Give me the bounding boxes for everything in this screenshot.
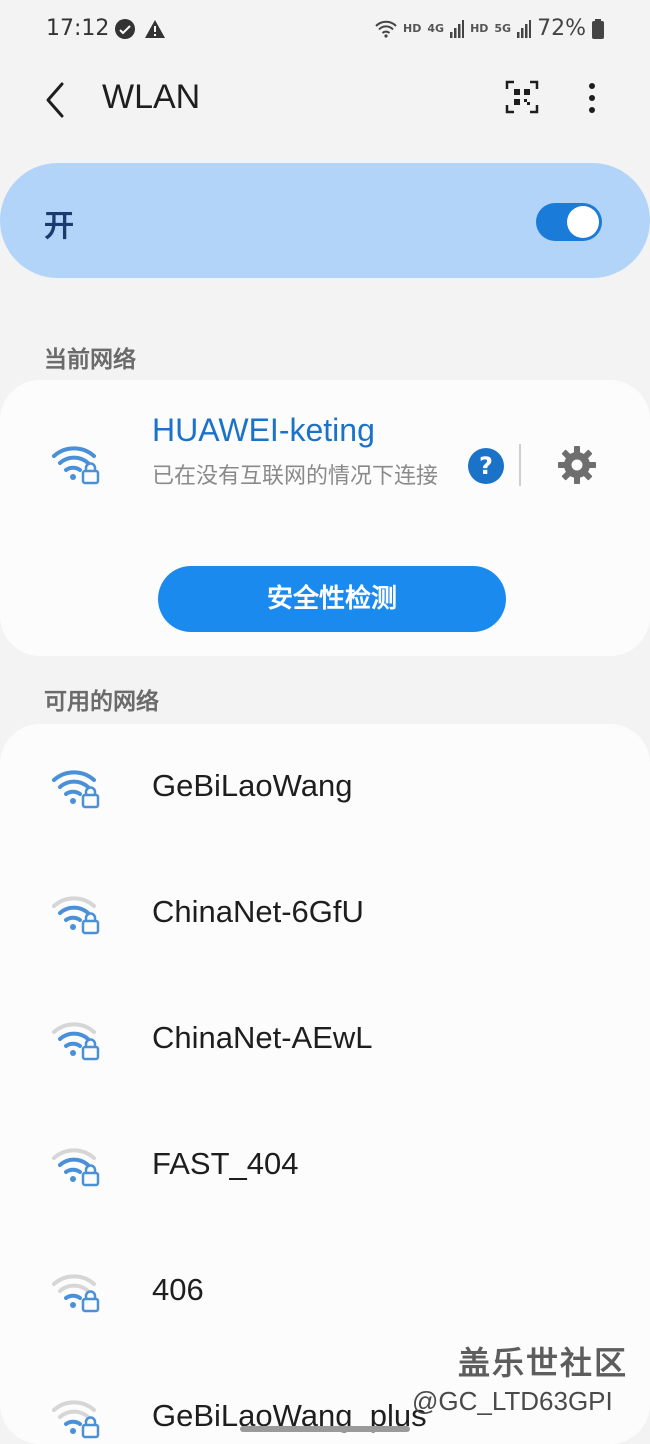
wifi-locked-icon xyxy=(50,1268,102,1316)
network-item[interactable]: GeBiLaoWang xyxy=(0,724,650,850)
network-name: GeBiLaoWang xyxy=(152,768,353,803)
watermark-logo: 盖乐世社区 xyxy=(458,1344,629,1382)
page-title: WLAN xyxy=(102,78,201,116)
divider xyxy=(519,444,521,486)
network-item[interactable]: FAST_404 xyxy=(0,1102,650,1228)
network-settings-button[interactable] xyxy=(556,444,598,486)
status-time: 17:12 xyxy=(46,16,110,41)
available-networks-list: GeBiLaoWang ChinaNet-6GfU ChinaNet-AEwL … xyxy=(0,724,650,1444)
wifi-locked-icon xyxy=(50,1142,102,1190)
network-name: FAST_404 xyxy=(152,1146,299,1181)
signal-icon-2 xyxy=(517,19,532,38)
network-item[interactable]: ChinaNet-AEwL xyxy=(0,976,650,1102)
back-button[interactable] xyxy=(36,78,76,122)
network-name: ChinaNet-AEwL xyxy=(152,1020,373,1055)
qr-scan-button[interactable] xyxy=(505,80,539,114)
wifi-locked-icon xyxy=(50,1016,102,1064)
hd-label-2: HD xyxy=(470,22,489,35)
5g-label: 5G xyxy=(494,22,512,35)
help-button[interactable]: ? xyxy=(468,448,504,484)
network-name: 406 xyxy=(152,1272,204,1307)
back-icon xyxy=(46,82,64,118)
current-network-name[interactable]: HUAWEI-keting xyxy=(152,412,375,449)
battery-percent: 72% xyxy=(537,16,586,41)
hd-label: HD xyxy=(403,22,422,35)
master-toggle-label: 开 xyxy=(44,209,74,244)
lte-label: 4G xyxy=(427,22,445,35)
current-network-header: 当前网络 xyxy=(44,347,136,373)
battery-icon xyxy=(592,18,604,39)
notification-app-icon xyxy=(114,18,136,44)
network-name: ChinaNet-6GfU xyxy=(152,894,364,929)
status-indicators: HD 4G HD 5G 72% xyxy=(375,16,604,41)
more-vert-icon xyxy=(589,83,595,113)
current-network-card: HUAWEI-keting 已在没有互联网的情况下连接 ? 安全性检测 xyxy=(0,380,650,656)
security-check-button[interactable]: 安全性检测 xyxy=(158,566,506,632)
switch-knob xyxy=(567,206,599,238)
watermark-user: @GC_LTD63GPI xyxy=(412,1386,613,1416)
more-options-button[interactable] xyxy=(578,78,606,118)
status-bar: 17:12 HD 4G HD 5G 72% xyxy=(0,0,650,60)
gear-icon xyxy=(558,446,596,484)
wifi-status-icon xyxy=(375,20,397,38)
wifi-locked-icon xyxy=(50,440,102,488)
wlan-master-toggle[interactable]: 开 xyxy=(0,163,650,278)
wlan-switch[interactable] xyxy=(536,203,602,241)
wifi-locked-icon xyxy=(50,1394,102,1442)
warning-icon xyxy=(144,18,166,44)
available-networks-header: 可用的网络 xyxy=(44,689,159,715)
wifi-locked-icon xyxy=(50,890,102,938)
gesture-nav-handle[interactable] xyxy=(240,1426,410,1432)
qr-scan-icon xyxy=(505,80,539,114)
wifi-locked-icon xyxy=(50,764,102,812)
network-item[interactable]: 406 xyxy=(0,1228,650,1354)
network-item[interactable]: ChinaNet-6GfU xyxy=(0,850,650,976)
app-bar: WLAN xyxy=(0,60,650,140)
signal-icon xyxy=(450,19,465,38)
current-network-status: 已在没有互联网的情况下连接 xyxy=(152,464,439,489)
